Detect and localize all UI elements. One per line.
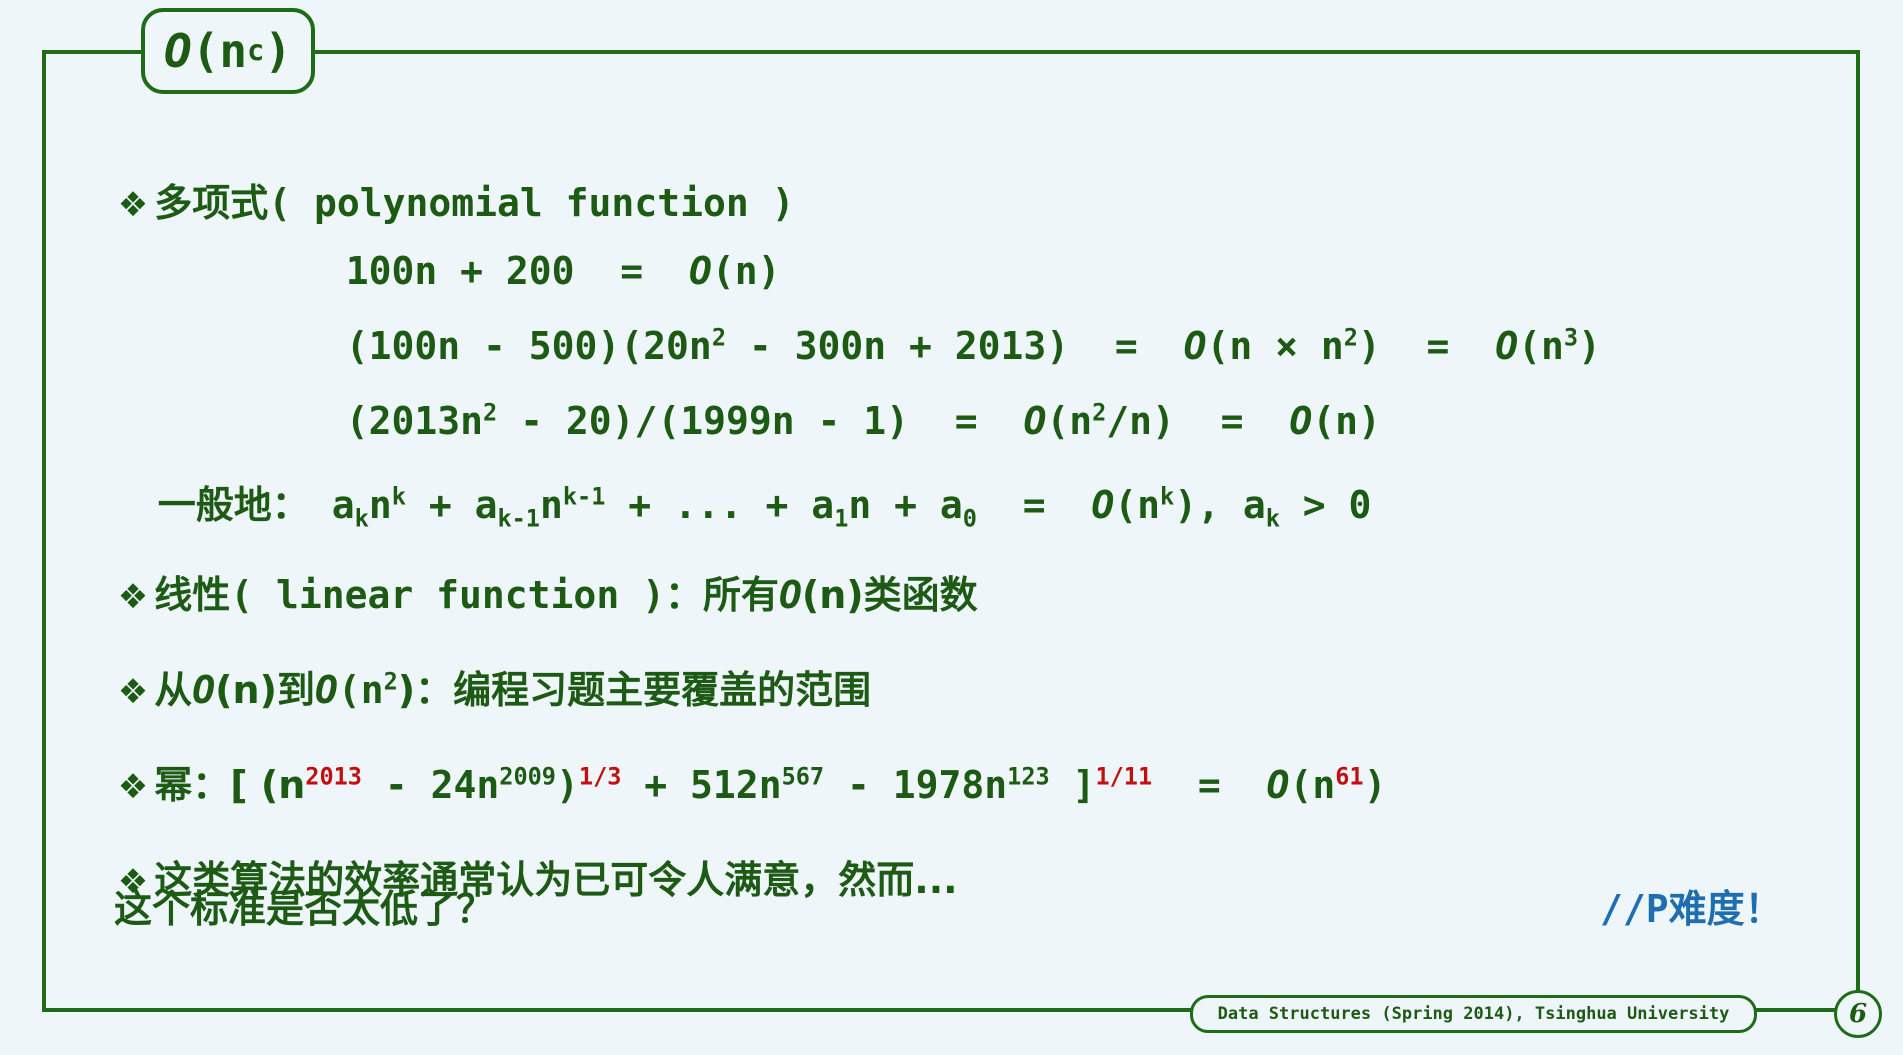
big-o-symbol: O xyxy=(164,24,192,78)
bullet-text: 幂：[ (n xyxy=(154,763,306,807)
bullet-label: 线性 xyxy=(154,573,231,617)
exponent: 2 xyxy=(483,398,498,427)
exponent: 567 xyxy=(781,762,825,791)
exponent: 2 xyxy=(1092,398,1107,427)
exponent: k-1 xyxy=(562,482,606,511)
diamond-bullet-icon: ❖ xyxy=(117,185,149,225)
equation-part: (n xyxy=(1518,324,1564,368)
exponent: 2013 xyxy=(305,762,362,791)
big-o-symbol: O xyxy=(778,573,802,617)
big-o-symbol: O xyxy=(192,668,216,712)
diamond-bullet-icon: ❖ xyxy=(117,672,149,712)
exponent: 1/3 xyxy=(578,762,622,791)
exponent: 3 xyxy=(1563,323,1579,352)
exponent: 1/11 xyxy=(1095,762,1153,791)
bullet-question: 这个标准是否太低了？ xyxy=(114,887,495,931)
bullet-text: (n xyxy=(1289,763,1336,807)
bullet-text: - 1978n xyxy=(824,763,1008,807)
title-text: (n xyxy=(191,24,248,78)
title-close: ) xyxy=(264,24,292,78)
page-number: 6 xyxy=(1834,990,1882,1038)
equation-general: 一般地： aknk + ak-1nk-1 + ... + a1n + a0 = O… xyxy=(112,430,1372,530)
exponent: 61 xyxy=(1335,762,1364,791)
bullet-text: ] xyxy=(1049,763,1096,807)
bullet-text: = xyxy=(1152,763,1267,807)
bullet-text: (n)到 xyxy=(215,668,315,712)
bullet-text: 从 xyxy=(154,668,193,712)
bullet-text: )：编程习题主要覆盖的范围 xyxy=(397,668,872,712)
big-o-symbol: O xyxy=(1266,763,1290,807)
exponent: k xyxy=(391,482,406,511)
big-o-symbol: O xyxy=(314,668,338,712)
bullet-label: 多项式 xyxy=(154,181,269,225)
equation-part: = xyxy=(976,483,1092,527)
slide-title: O (n c) xyxy=(141,8,315,94)
bullet-linear: ❖ 线性( linear function )：所有O(n)类函数 xyxy=(72,520,978,619)
bullet-text: (n xyxy=(337,668,384,712)
exponent: 2009 xyxy=(499,762,556,791)
big-o-symbol: O xyxy=(1091,483,1115,527)
bullet-text: ) xyxy=(556,763,579,807)
exponent: 2 xyxy=(711,323,726,352)
footer-course-title: Data Structures (Spring 2014), Tsinghua … xyxy=(1190,995,1757,1033)
equation-part: > 0 xyxy=(1279,483,1372,527)
subscript: k xyxy=(1265,504,1280,533)
bullet-text: + 512n xyxy=(621,763,782,807)
exponent: 2 xyxy=(1343,323,1358,352)
equation-part: ) xyxy=(1578,324,1601,368)
exponent: 123 xyxy=(1007,762,1050,791)
bullet-text: (n)类函数 xyxy=(801,573,978,617)
bullet-text: - 24n xyxy=(362,763,500,807)
bullet-range: ❖ 从O(n)到O(n2)：编程习题主要覆盖的范围 xyxy=(117,667,872,712)
equation-part: (n xyxy=(1114,483,1160,527)
exponent: k xyxy=(1160,482,1175,511)
bullet-power: ❖ 幂：[ (n2013 - 24n2009)1/3 + 512n567 - 19… xyxy=(72,710,1387,809)
diamond-bullet-icon: ❖ xyxy=(117,577,149,617)
bullet-text: ：所有 xyxy=(664,573,779,617)
diamond-bullet-icon: ❖ xyxy=(117,767,149,807)
equation-part: ), a xyxy=(1174,483,1266,527)
p-difficulty-note: //P难度！ xyxy=(1600,887,1783,931)
bullet-paren: ( linear function ) xyxy=(230,573,665,617)
bullet-text: ) xyxy=(1363,763,1387,807)
big-o-symbol: O xyxy=(1495,324,1519,368)
